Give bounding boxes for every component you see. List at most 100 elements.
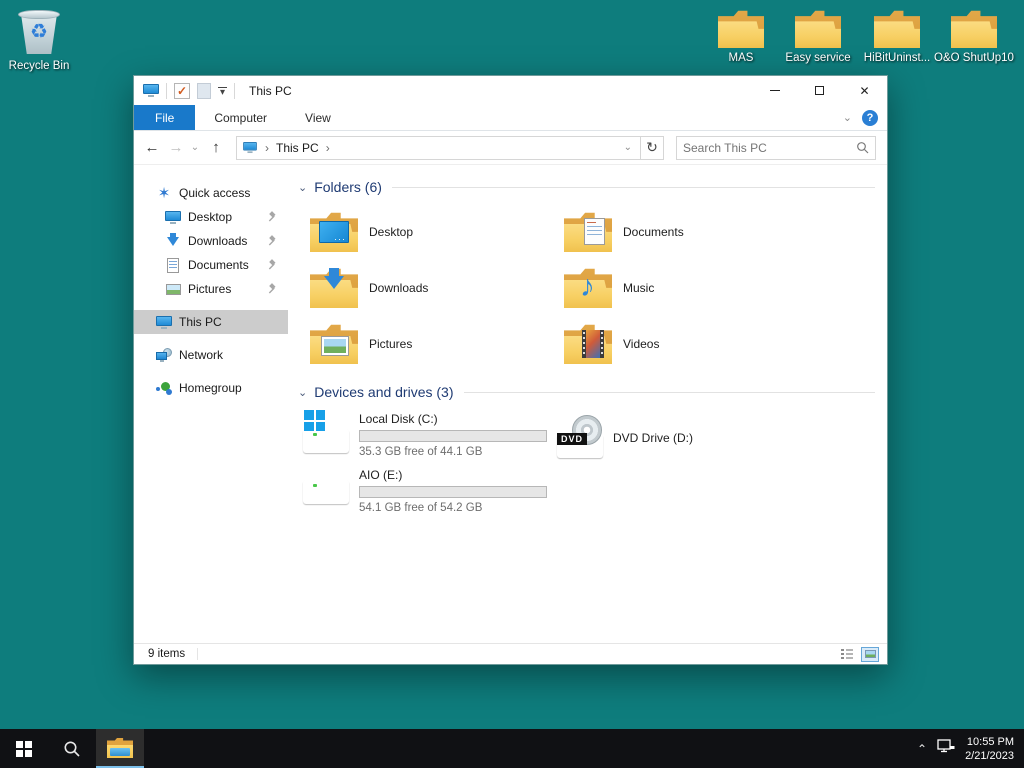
tab-file[interactable]: File (134, 105, 195, 130)
minimize-button[interactable] (752, 76, 797, 105)
sidebar-item-documents[interactable]: Documents (134, 253, 288, 277)
sidebar-item-pictures[interactable]: Pictures (134, 277, 288, 301)
address-dropdown-chevron[interactable]: ⌄ (616, 142, 640, 153)
folders-section-header[interactable]: ⌄ Folders (6) (298, 177, 879, 197)
documents-icon (165, 257, 181, 273)
sidebar-item-this-pc[interactable]: This PC (134, 310, 288, 334)
desktop-folder-icon (310, 212, 358, 252)
drive-item-aio-e[interactable]: AIO (E:) 54.1 GB free of 54.2 GB (302, 466, 556, 522)
capacity-bar (359, 430, 547, 442)
sidebar-item-downloads[interactable]: Downloads (134, 229, 288, 253)
this-pc-window-icon (143, 84, 159, 97)
sidebar-item-network[interactable]: Network (134, 343, 288, 367)
folder-icon (874, 10, 920, 48)
folder-item-videos[interactable]: Videos (564, 316, 818, 372)
breadcrumb-separator[interactable]: › (319, 141, 337, 155)
start-button[interactable] (0, 729, 48, 768)
taskbar-search-button[interactable] (48, 729, 96, 768)
up-button[interactable]: ↑ (204, 139, 228, 156)
expand-ribbon-icon[interactable]: ⌄ (843, 111, 852, 124)
tab-computer[interactable]: Computer (195, 105, 286, 130)
section-divider (392, 187, 875, 188)
large-icons-view-button[interactable] (861, 647, 879, 662)
search-input[interactable] (683, 141, 856, 155)
drives-section-header[interactable]: ⌄ Devices and drives (3) (298, 382, 879, 402)
network-tray-icon[interactable] (937, 738, 955, 759)
sidebar-item-quick-access[interactable]: ✶ Quick access (134, 181, 288, 205)
title-bar[interactable]: ✓ ▾ This PC ✕ (134, 76, 887, 105)
search-icon (856, 141, 869, 154)
pictures-folder-icon (310, 324, 358, 364)
taskbar-clock[interactable]: 10:55 PM 2/21/2023 (965, 735, 1014, 763)
file-explorer-window: ✓ ▾ This PC ✕ File Computer View ⌄ (133, 75, 888, 665)
status-bar: 9 items (134, 643, 887, 664)
breadcrumb-this-pc[interactable]: This PC (276, 141, 319, 155)
refresh-button[interactable]: ↻ (641, 136, 664, 160)
hard-drive-icon (302, 466, 350, 512)
folder-item-music[interactable]: ♪ Music (564, 260, 818, 316)
show-hidden-icons-chevron[interactable]: ⌃ (917, 742, 927, 756)
separator (234, 83, 235, 99)
qat-properties-button[interactable]: ✓ (174, 83, 190, 99)
sidebar-item-desktop[interactable]: Desktop (134, 205, 288, 229)
search-icon (63, 740, 81, 758)
breadcrumb-separator: › (258, 141, 276, 155)
desktop-shortcut-mas[interactable]: MAS (701, 10, 781, 65)
videos-folder-icon (564, 324, 612, 364)
homegroup-icon (156, 380, 172, 396)
drive-item-local-disk-c[interactable]: Local Disk (C:) 35.3 GB free of 44.1 GB (302, 410, 556, 466)
folder-item-documents[interactable]: Documents (564, 204, 818, 260)
recycle-bin-label: Recycle Bin (0, 59, 78, 73)
ribbon-tab-row: File Computer View ⌄ ? (134, 105, 887, 131)
folder-icon (795, 10, 841, 48)
tab-view[interactable]: View (286, 105, 350, 130)
shortcut-label: Easy service (778, 51, 858, 65)
back-button[interactable]: ← (140, 139, 164, 156)
pin-icon (266, 211, 278, 223)
desktop-shortcut-oo-shutup10[interactable]: O&O ShutUp10 (934, 10, 1014, 65)
windows-logo-icon (16, 741, 32, 757)
qat-customize-dropdown[interactable]: ▾ (218, 87, 227, 95)
desktop: ♻ Recycle Bin MAS Easy service HiBitUnin… (0, 0, 1024, 768)
forward-button[interactable]: → (164, 139, 188, 156)
section-divider (464, 392, 876, 393)
taskbar-file-explorer-button[interactable] (96, 729, 144, 768)
details-view-button[interactable] (838, 647, 856, 662)
collapse-chevron-icon[interactable]: ⌄ (298, 386, 307, 399)
maximize-button[interactable] (797, 76, 842, 105)
qat-new-folder-button[interactable] (197, 83, 211, 99)
close-button[interactable]: ✕ (842, 76, 887, 105)
pin-icon (266, 259, 278, 271)
folder-item-desktop[interactable]: Desktop (310, 204, 564, 260)
file-explorer-icon (107, 738, 133, 758)
clock-date: 2/21/2023 (965, 750, 1014, 762)
recycle-bin-icon: ♻ (17, 8, 61, 56)
drive-item-dvd-d[interactable]: DVD DVD Drive (D:) (556, 410, 810, 466)
desktop-icon (165, 209, 181, 225)
collapse-chevron-icon[interactable]: ⌄ (298, 181, 307, 194)
desktop-shortcut-hibituninstaller[interactable]: HiBitUninst... (857, 10, 937, 65)
recent-locations-chevron[interactable]: ⌄ (188, 142, 202, 153)
this-pc-icon (156, 314, 172, 330)
folder-item-pictures[interactable]: Pictures (310, 316, 564, 372)
downloads-icon (165, 233, 181, 249)
desktop-shortcut-easy-service[interactable]: Easy service (778, 10, 858, 65)
address-bar[interactable]: › This PC › ⌄ (236, 136, 641, 160)
network-icon (156, 347, 172, 363)
local-disk-icon (302, 410, 350, 456)
quick-access-star-icon: ✶ (156, 185, 172, 201)
this-pc-icon (243, 142, 257, 153)
clock-time: 10:55 PM (967, 736, 1014, 748)
pin-icon (266, 283, 278, 295)
window-title: This PC (249, 84, 292, 98)
help-button[interactable]: ? (862, 110, 878, 126)
shortcut-label: O&O ShutUp10 (934, 51, 1014, 65)
items-view: ⌄ Folders (6) Desktop Documents (288, 165, 887, 643)
folder-icon (951, 10, 997, 48)
folder-item-downloads[interactable]: Downloads (310, 260, 564, 316)
recycle-bin-shortcut[interactable]: ♻ Recycle Bin (0, 8, 78, 73)
search-box[interactable] (676, 136, 876, 160)
sidebar-item-homegroup[interactable]: Homegroup (134, 376, 288, 400)
free-space-text: 54.1 GB free of 54.2 GB (359, 502, 547, 514)
dvd-drive-icon: DVD (556, 415, 604, 461)
